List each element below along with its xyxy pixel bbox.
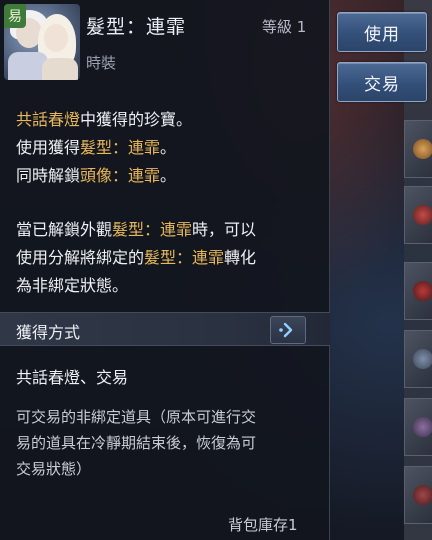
trade-note-line: 可交易的非綁定道具（原本可進行交 [16, 408, 257, 426]
item-icon [413, 417, 432, 437]
inventory-slot[interactable] [404, 120, 432, 178]
description-text: 當已解鎖外觀 [16, 220, 113, 239]
item-name: 髮型：連霏 [86, 16, 187, 38]
inventory-slot[interactable] [404, 466, 432, 524]
item-icon [413, 139, 432, 159]
description-text: 使用獲得 [16, 138, 81, 157]
item-avatar: 易 [4, 4, 80, 80]
description-text: 轉化 [224, 248, 257, 267]
trade-note-line: 易的道具在冷靜期結束後，恢復為可 [16, 434, 257, 452]
use-button[interactable]: 使用 [337, 12, 427, 52]
trade-note-line: 交易狀態） [16, 460, 92, 478]
inventory-slot[interactable] [404, 398, 432, 456]
avatar-face [44, 24, 68, 52]
highlight-item: 髮型：連霏 [112, 220, 193, 239]
description-text: 時，可以 [192, 220, 257, 239]
item-icon [413, 349, 432, 369]
highlight-item: 髮型：連霏 [80, 138, 161, 157]
description-line: 同時解鎖頭像：連霏。 [16, 162, 322, 190]
acquire-sources: 共話春燈、交易 [16, 368, 129, 387]
goto-source-button[interactable] [270, 316, 306, 344]
description-text: 為非綁定狀態。 [16, 276, 129, 295]
acquire-section-header: 獲得方式 [0, 312, 330, 346]
avatar-body [42, 58, 78, 80]
inventory-slot[interactable] [404, 262, 432, 320]
inventory-slot[interactable] [404, 186, 432, 244]
tradable-badge: 易 [4, 4, 26, 28]
description-text: 使用分解將綁定的 [16, 248, 145, 267]
description-text: 同時解鎖 [16, 166, 81, 185]
description-line: 使用獲得髮型：連霏。 [16, 134, 322, 162]
inventory-stock: 背包庫存1 [228, 516, 298, 534]
trade-note: 可交易的非綁定道具（原本可進行交 易的道具在冷靜期結束後，恢復為可 交易狀態） [16, 404, 322, 482]
description-text: 中獲得的珍寶。 [80, 110, 193, 129]
item-icon [413, 281, 432, 301]
description-line: 為非綁定狀態。 [16, 272, 322, 300]
description-text: 。 [160, 138, 177, 157]
description-line: 當已解鎖外觀髮型：連霏時，可以 [16, 216, 322, 244]
highlight-item: 髮型：連霏 [144, 248, 225, 267]
acquire-title: 獲得方式 [16, 323, 81, 342]
inventory-slot[interactable] [404, 330, 432, 388]
arrow-right-icon [279, 322, 293, 338]
description-line: 共話春燈中獲得的珍寶。 [16, 106, 322, 134]
item-level: 等級 1 [262, 18, 307, 36]
item-tooltip: 易 髮型：連霏 時裝 等級 1 共話春燈中獲得的珍寶。 使用獲得髮型：連霏。 同… [0, 0, 330, 540]
item-icon [413, 485, 432, 505]
description-text: 。 [160, 166, 177, 185]
description-line: 使用分解將綁定的髮型：連霏轉化 [16, 244, 322, 272]
highlight-item: 頭像：連霏 [80, 166, 161, 185]
event-name: 共話春燈 [16, 110, 81, 129]
item-icon [413, 205, 432, 225]
trade-button[interactable]: 交易 [337, 62, 427, 102]
item-type: 時裝 [86, 54, 117, 72]
